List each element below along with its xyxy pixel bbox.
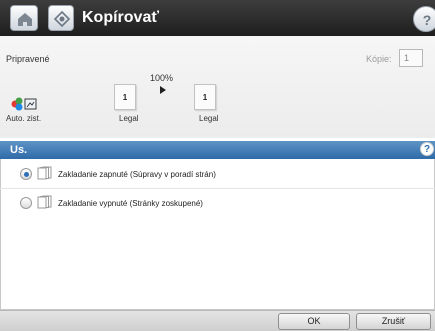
- collate-off-label[interactable]: Zakladanie vypnuté (Stránky zoskupené): [58, 199, 203, 209]
- help-button[interactable]: ?: [413, 6, 435, 32]
- svg-text:?: ?: [423, 12, 432, 28]
- page-title: Kopírovať: [82, 9, 160, 26]
- home-icon: [18, 13, 32, 26]
- source-paper-size: Legal: [119, 114, 139, 123]
- home-button[interactable]: [10, 5, 38, 31]
- ok-button[interactable]: OK: [278, 313, 350, 330]
- color-mode-icon: [10, 96, 38, 112]
- output-paper-size: Legal: [199, 114, 219, 123]
- panel-help-button[interactable]: ?: [420, 142, 434, 156]
- collate-off-radio[interactable]: [20, 197, 32, 209]
- collated-pages-icon: [37, 166, 53, 180]
- color-mode-label: Auto. zist.: [6, 114, 42, 123]
- copies-label: Kópie:: [366, 54, 392, 64]
- collate-on-radio[interactable]: [20, 168, 32, 180]
- collate-on-label[interactable]: Zakladanie zapnuté (Súpravy v poradí str…: [58, 170, 216, 180]
- arrow-right-icon: [160, 86, 166, 94]
- divider: [0, 188, 435, 189]
- copy-app-icon: [48, 5, 74, 31]
- grouped-pages-icon: [37, 195, 53, 209]
- cancel-button[interactable]: Zrušiť: [356, 313, 431, 330]
- option-list: [0, 159, 435, 310]
- zoom-value: 100%: [150, 73, 174, 83]
- help-icon: ?: [423, 12, 432, 28]
- ready-status: Pripravené: [6, 54, 50, 64]
- source-page-preview: 1: [114, 84, 136, 110]
- copies-input[interactable]: 1: [399, 49, 423, 67]
- output-page-preview: 1: [194, 84, 216, 110]
- panel-title: Us.: [10, 144, 28, 156]
- copy-icon: [53, 10, 71, 28]
- panel-header: [0, 141, 435, 159]
